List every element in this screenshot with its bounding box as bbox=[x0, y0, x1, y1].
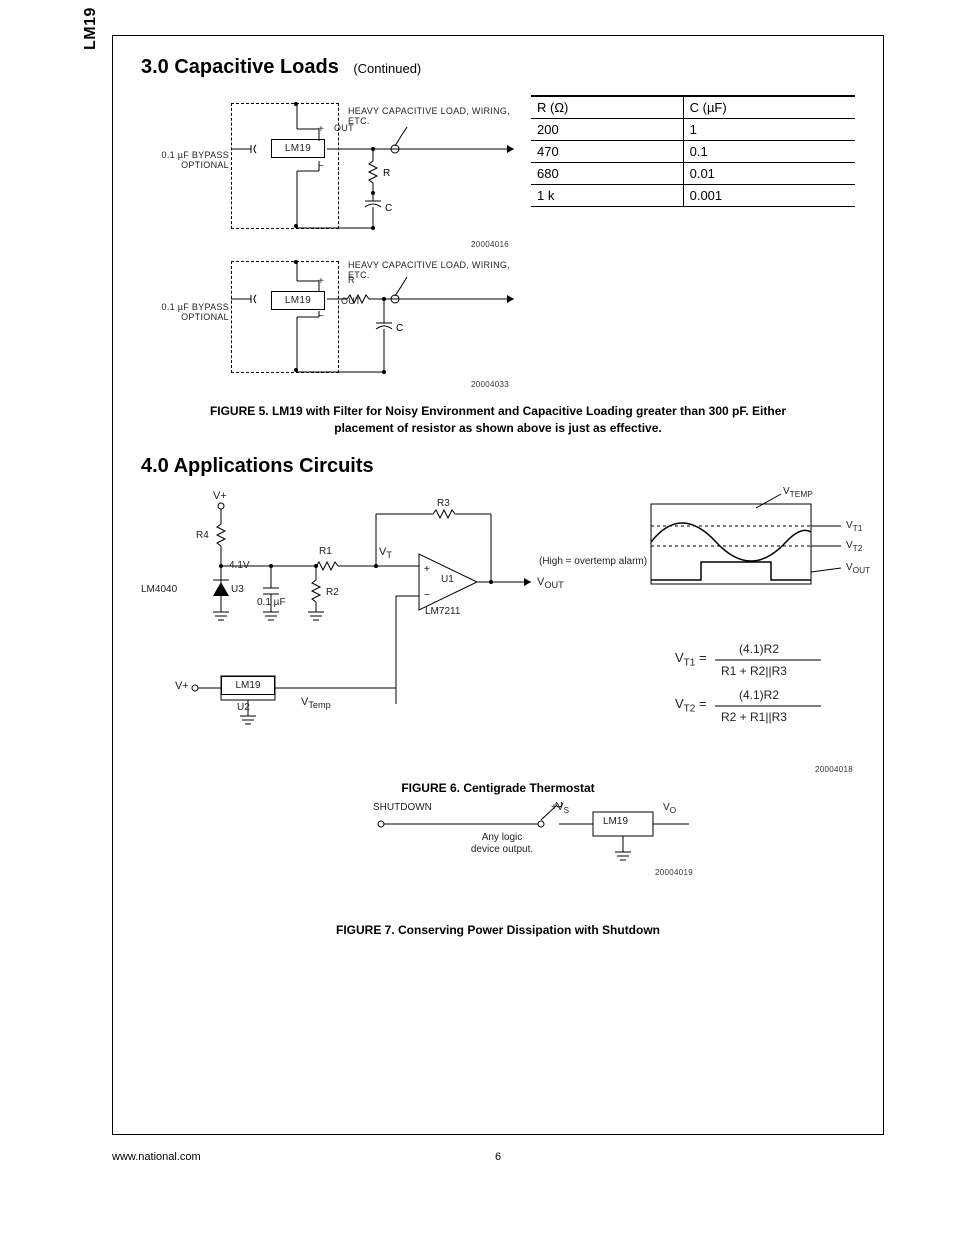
eq2-num: (4.1)R2 bbox=[739, 688, 779, 702]
figure7-caption: FIGURE 7. Conserving Power Dissipation w… bbox=[201, 922, 795, 939]
rc-r-0: 200 bbox=[531, 119, 683, 141]
figure-id-a: 20004016 bbox=[471, 240, 511, 249]
figure6-schematic: + − bbox=[141, 484, 855, 774]
section-4-heading: 4.0 Applications Circuits bbox=[141, 455, 855, 478]
eq2-den: R2 + R1||R3 bbox=[721, 710, 787, 724]
vplus-label: V+ bbox=[213, 490, 227, 502]
u3-label: U3 bbox=[231, 584, 244, 595]
bypass-line2-b: OPTIONAL bbox=[153, 313, 229, 323]
wave-vtemp: V bbox=[783, 486, 790, 497]
section-3-heading-row: 3.0 Capacitive Loads (Continued) bbox=[141, 56, 855, 79]
eq1-lhs-a: V bbox=[675, 650, 684, 665]
continued-label: (Continued) bbox=[353, 61, 421, 76]
lm7211-label: LM7211 bbox=[425, 606, 460, 617]
eq1-den: R1 + R2||R3 bbox=[721, 664, 787, 678]
lm19-chip-fig7: LM19 bbox=[603, 816, 628, 827]
vo-label: V bbox=[663, 802, 670, 813]
wiring-svg-b: C bbox=[229, 259, 521, 383]
wave-vout-sub: OUT bbox=[853, 565, 871, 575]
vout-sub: OUT bbox=[544, 580, 563, 590]
svg-text:C: C bbox=[396, 323, 404, 334]
wave-vt2: V bbox=[846, 540, 853, 551]
lm19-block-fig6: LM19 bbox=[221, 676, 275, 695]
alarm-label: (High = overtemp alarm) bbox=[539, 556, 647, 567]
wave-vtemp-sub: TEMP bbox=[790, 489, 813, 499]
rc-c-2: 0.01 bbox=[683, 163, 855, 185]
r1-label: R1 bbox=[319, 546, 332, 557]
content-frame: 3.0 Capacitive Loads (Continued) LM19 + … bbox=[112, 35, 884, 1135]
r2-label: R2 bbox=[326, 587, 339, 598]
svg-text:+: + bbox=[424, 564, 430, 575]
figure7-id: 20004019 bbox=[655, 868, 695, 877]
cap-label: 0.1 µF bbox=[257, 597, 286, 608]
rc-header-c: C (µF) bbox=[683, 96, 855, 119]
wiring-svg-a: R C bbox=[229, 101, 521, 241]
rc-r-3: 1 k bbox=[531, 185, 683, 207]
wave-vout: V bbox=[846, 562, 853, 573]
rc-table: R (Ω) C (µF) 200 1 470 0.1 680 0.01 1 k … bbox=[531, 95, 855, 207]
page-footer: www.national.com 6 bbox=[112, 1151, 884, 1163]
shutdown-label: SHUTDOWN bbox=[373, 802, 432, 813]
vo-sub: O bbox=[670, 805, 676, 815]
bypass-line2-a: OPTIONAL bbox=[153, 161, 229, 171]
figure-id-b: 20004033 bbox=[471, 380, 511, 389]
plusvs: +V bbox=[551, 802, 564, 813]
r3-label: R3 bbox=[437, 498, 450, 509]
anylogic-l1: Any logic bbox=[457, 832, 547, 844]
lm4040-label: LM4040 bbox=[141, 584, 177, 595]
u2-label: U2 bbox=[237, 702, 250, 713]
eq1-lhs-b: T1 bbox=[684, 657, 696, 668]
figure6-id: 20004018 bbox=[815, 765, 855, 774]
wave-vt1-sub: T1 bbox=[853, 523, 863, 533]
rc-r-2: 680 bbox=[531, 163, 683, 185]
wave-vt2-sub: T2 bbox=[853, 543, 863, 553]
section-3-heading: 3.0 Capacitive Loads bbox=[141, 56, 339, 79]
vt-sub: T bbox=[386, 550, 392, 560]
wave-vt1: V bbox=[846, 520, 853, 531]
rc-c-1: 0.1 bbox=[683, 141, 855, 163]
r4-label: R4 bbox=[196, 530, 209, 541]
figure5-schematic-b: LM19 + − OUT HEAVY CAPACITIVE LOAD, WIRI… bbox=[151, 253, 511, 389]
figure7-schematic: SHUTDOWN Any logic device output. +VS LM… bbox=[141, 802, 855, 922]
figure5-caption: FIGURE 5. LM19 with Filter for Noisy Env… bbox=[201, 403, 795, 437]
rc-header-r: R (Ω) bbox=[531, 96, 683, 119]
plusvs-sub: S bbox=[564, 805, 570, 815]
rc-c-3: 0.001 bbox=[683, 185, 855, 207]
vref-label: 4.1V bbox=[229, 560, 250, 571]
footer-page: 6 bbox=[112, 1151, 884, 1163]
eq2-lhs-b: T2 bbox=[684, 703, 696, 714]
u1-label: U1 bbox=[441, 574, 454, 585]
eq1-num: (4.1)R2 bbox=[739, 642, 779, 656]
anylogic-l2: device output. bbox=[457, 844, 547, 856]
svg-text:−: − bbox=[424, 590, 430, 601]
eq2-lhs-a: V bbox=[675, 696, 684, 711]
svg-text:R: R bbox=[383, 168, 391, 179]
svg-text:C: C bbox=[385, 203, 393, 214]
product-id-side-label: LM19 bbox=[82, 7, 100, 50]
rc-r-1: 470 bbox=[531, 141, 683, 163]
vtemp-sub: Temp bbox=[308, 700, 330, 710]
figure5-schematic-a: LM19 + − OUT HEAVY CAPACITIVE LOAD, WIRI… bbox=[151, 91, 511, 249]
figure6-caption: FIGURE 6. Centigrade Thermostat bbox=[201, 780, 795, 797]
page: { "side_header": "LM19", "section3": { "… bbox=[0, 0, 954, 1235]
rc-c-0: 1 bbox=[683, 119, 855, 141]
